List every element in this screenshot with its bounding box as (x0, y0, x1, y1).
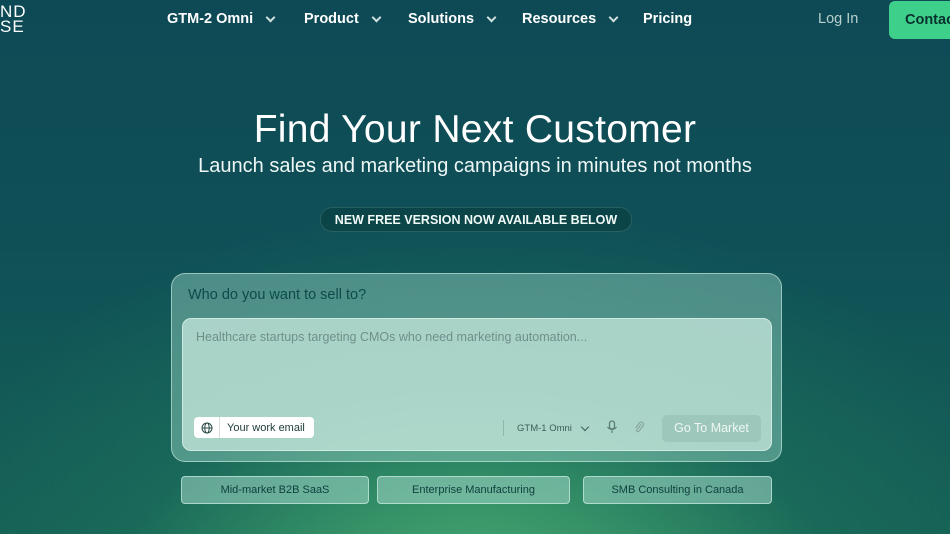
chevron-down-icon (608, 12, 619, 22)
nav-pricing-label: Pricing (643, 11, 693, 27)
nav-resources[interactable]: Resources (522, 11, 619, 27)
nav-solutions[interactable]: Solutions (408, 11, 497, 27)
nav-product[interactable]: Product (304, 11, 382, 27)
hero-title: Find Your Next Customer (253, 108, 697, 151)
suggestion-chip-manufacturing[interactable]: Enterprise Manufacturing (377, 476, 570, 504)
chevron-down-icon (371, 12, 382, 22)
model-select[interactable]: GTM-1 Omni (517, 422, 590, 434)
toolbar-divider (503, 420, 504, 436)
nav-resources-label: Resources (522, 11, 597, 27)
nav-gtm-2-omni-label: GTM-2 Omni (167, 11, 254, 27)
suggestion-chip-consulting[interactable]: SMB Consulting in Canada (583, 476, 772, 504)
announcement-badge: NEW FREE VERSION NOW AVAILABLE BELOW (320, 207, 632, 232)
paperclip-icon[interactable] (633, 420, 645, 439)
prompt-input[interactable]: Healthcare startups targeting CMOs who n… (182, 318, 772, 451)
nav-pricing[interactable]: Pricing (643, 11, 692, 27)
logo[interactable]: ND SE (0, 3, 27, 36)
top-navigation: ND SE GTM-2 Omni Product Solutions Resou… (0, 0, 950, 40)
hero-subtitle: Launch sales and marketing campaigns in … (198, 155, 752, 177)
globe-icon (194, 417, 220, 438)
prompt-label: Who do you want to sell to? (188, 287, 367, 303)
email-field[interactable]: Your work email (194, 417, 314, 438)
login-link[interactable]: Log In (818, 11, 858, 27)
prompt-placeholder: Healthcare startups targeting CMOs who n… (196, 330, 588, 344)
model-select-value: GTM-1 Omni (517, 423, 572, 434)
nav-product-label: Product (304, 11, 359, 27)
chevron-down-icon (580, 422, 590, 432)
suggestion-chip-saas[interactable]: Mid-market B2B SaaS (181, 476, 369, 504)
go-to-market-button[interactable]: Go To Market (662, 415, 761, 442)
prompt-card: Who do you want to sell to? Healthcare s… (171, 273, 782, 462)
nav-solutions-label: Solutions (408, 11, 475, 27)
nav-gtm-2-omni[interactable]: GTM-2 Omni (167, 11, 276, 27)
logo-line-2: SE (0, 17, 25, 36)
chevron-down-icon (265, 12, 276, 22)
email-placeholder: Your work email (227, 421, 305, 434)
microphone-icon[interactable] (606, 420, 618, 439)
chevron-down-icon (486, 12, 497, 22)
contact-button[interactable]: Contac (889, 1, 950, 39)
